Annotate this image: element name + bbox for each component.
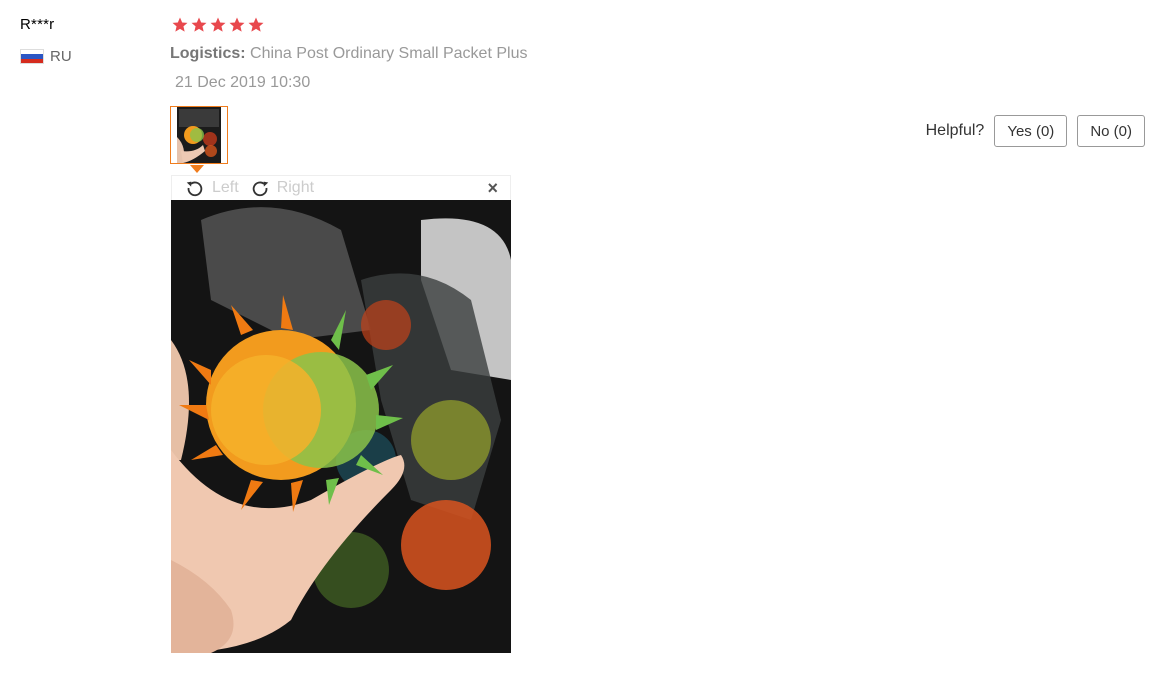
- close-icon[interactable]: ×: [487, 178, 498, 199]
- review-date: 21 Dec 2019 10:30: [175, 74, 311, 91]
- star-icon: [171, 16, 189, 34]
- rotate-left-icon: [186, 181, 203, 197]
- country-code: RU: [50, 48, 72, 65]
- star-rating: [171, 16, 265, 34]
- review-photo-thumbnail[interactable]: [170, 106, 228, 164]
- star-icon: [247, 16, 265, 34]
- photo-viewer: Left Right ×: [171, 175, 511, 653]
- thumbnail-pointer: [190, 165, 204, 173]
- star-icon: [209, 16, 227, 34]
- review-page: R***r RU Logistics: China Post Ordinary …: [0, 0, 1167, 674]
- logistics-label: Logistics:: [170, 45, 246, 62]
- viewer-toolbar: Left Right ×: [172, 176, 510, 200]
- star-icon: [190, 16, 208, 34]
- rotate-left-label: Left: [212, 179, 239, 196]
- reviewer-country: RU: [20, 48, 72, 65]
- helpful-feedback: Helpful? Yes (0) No (0): [926, 115, 1145, 147]
- helpful-yes-button[interactable]: Yes (0): [994, 115, 1068, 147]
- helpful-no-button[interactable]: No (0): [1077, 115, 1145, 147]
- rotate-right-button[interactable]: Right: [249, 177, 314, 199]
- rotate-left-button[interactable]: Left: [184, 177, 239, 199]
- logistics-value: China Post Ordinary Small Packet Plus: [250, 45, 528, 62]
- rotate-right-icon: [252, 181, 268, 197]
- rotate-right-label: Right: [276, 179, 315, 196]
- reviewer-name: R***r: [20, 16, 55, 33]
- helpful-label: Helpful?: [925, 122, 985, 139]
- logistics-info: Logistics: China Post Ordinary Small Pac…: [170, 45, 527, 63]
- star-icon: [228, 16, 246, 34]
- flag-ru-icon: [20, 49, 44, 64]
- thumbnail-image: [177, 107, 221, 163]
- review-photo-large: [171, 200, 511, 653]
